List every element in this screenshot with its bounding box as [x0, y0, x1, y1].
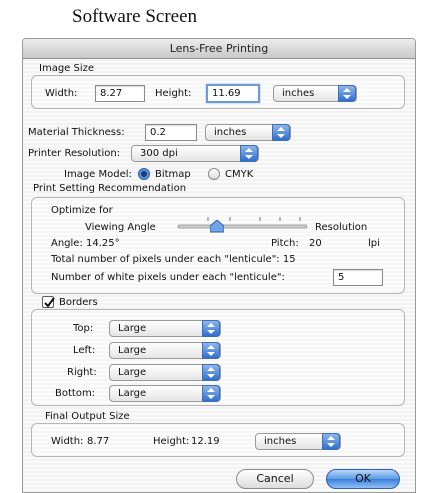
final-width-value: 8.77 [87, 436, 110, 447]
image-unit-value: inches [282, 88, 315, 99]
updown-arrows-icon [338, 85, 356, 102]
material-thickness-label: Material Thickness: [28, 127, 125, 138]
borders-checkbox[interactable] [42, 296, 55, 308]
optimize-slider[interactable] [175, 217, 310, 233]
window-title: Lens-Free Printing [169, 42, 269, 55]
material-unit-select[interactable]: inches [205, 124, 291, 141]
checkmark-icon [44, 297, 55, 308]
border-right-select[interactable]: Large [109, 364, 221, 381]
updown-arrows-icon [202, 320, 220, 337]
final-height-value: 12.19 [191, 436, 220, 447]
final-width-label: Width: [51, 436, 84, 447]
border-left-value: Large [118, 345, 147, 356]
updown-arrows-icon [202, 342, 220, 359]
cancel-button[interactable]: Cancel [236, 469, 314, 489]
title-bar[interactable]: Lens-Free Printing [23, 39, 415, 59]
image-model-label: Image Model: [64, 169, 132, 180]
cmyk-label: CMYK [225, 169, 254, 180]
borders-label: Borders [59, 297, 98, 308]
dialog-window: Lens-Free Printing Image Size Width: Hei… [22, 38, 416, 493]
updown-arrows-icon [272, 124, 290, 141]
printer-resolution-label: Printer Resolution: [28, 148, 121, 159]
pitch-label: Pitch: [271, 238, 299, 249]
updown-arrows-icon [202, 364, 220, 381]
border-top-select[interactable]: Large [109, 320, 221, 337]
image-unit-select[interactable]: inches [273, 85, 357, 102]
width-input[interactable] [95, 85, 145, 102]
border-left-select[interactable]: Large [109, 342, 221, 359]
recommendation-heading: Print Setting Recommendation [33, 183, 187, 194]
final-output-heading: Final Output Size [45, 411, 130, 422]
optimize-label: Optimize for [51, 205, 113, 216]
printer-resolution-select[interactable]: 300 dpi [131, 145, 259, 162]
cmyk-radio[interactable] [208, 168, 220, 180]
border-left-label: Left: [73, 345, 96, 356]
bitmap-radio[interactable] [138, 168, 150, 180]
slider-thumb[interactable] [209, 219, 225, 233]
white-pixels-label: Number of white pixels under each "lenti… [51, 272, 285, 283]
updown-arrows-icon [240, 145, 258, 162]
material-thickness-input[interactable] [145, 124, 197, 141]
border-top-label: Top: [73, 323, 94, 334]
white-pixels-input[interactable] [333, 269, 383, 286]
border-bottom-label: Bottom: [55, 388, 96, 399]
width-label: Width: [45, 88, 78, 99]
final-unit-select[interactable]: inches [255, 433, 341, 450]
resolution-label: Resolution [315, 222, 368, 233]
height-input[interactable] [206, 84, 260, 103]
final-height-label: Height: [153, 436, 190, 447]
final-unit-value: inches [264, 436, 297, 447]
ok-button[interactable]: OK [326, 469, 400, 489]
total-pixels-text: Total number of pixels under each "lenti… [51, 254, 296, 265]
bitmap-label: Bitmap [155, 169, 191, 180]
image-size-heading: Image Size [39, 63, 95, 74]
border-bottom-select[interactable]: Large [109, 385, 221, 402]
border-top-value: Large [118, 323, 147, 334]
pitch-value: 20 [309, 238, 322, 249]
printer-resolution-value: 300 dpi [140, 148, 178, 159]
angle-readout: Angle: 14.25° [51, 238, 120, 249]
updown-arrows-icon [322, 433, 340, 450]
pitch-unit: lpi [368, 238, 380, 249]
border-right-value: Large [118, 367, 147, 378]
viewing-angle-label: Viewing Angle [85, 222, 156, 233]
border-right-label: Right: [67, 367, 97, 378]
border-bottom-value: Large [118, 388, 147, 399]
material-unit-value: inches [214, 127, 247, 138]
page-caption: Software Screen [72, 6, 198, 27]
updown-arrows-icon [202, 385, 220, 402]
height-label: Height: [155, 88, 192, 99]
